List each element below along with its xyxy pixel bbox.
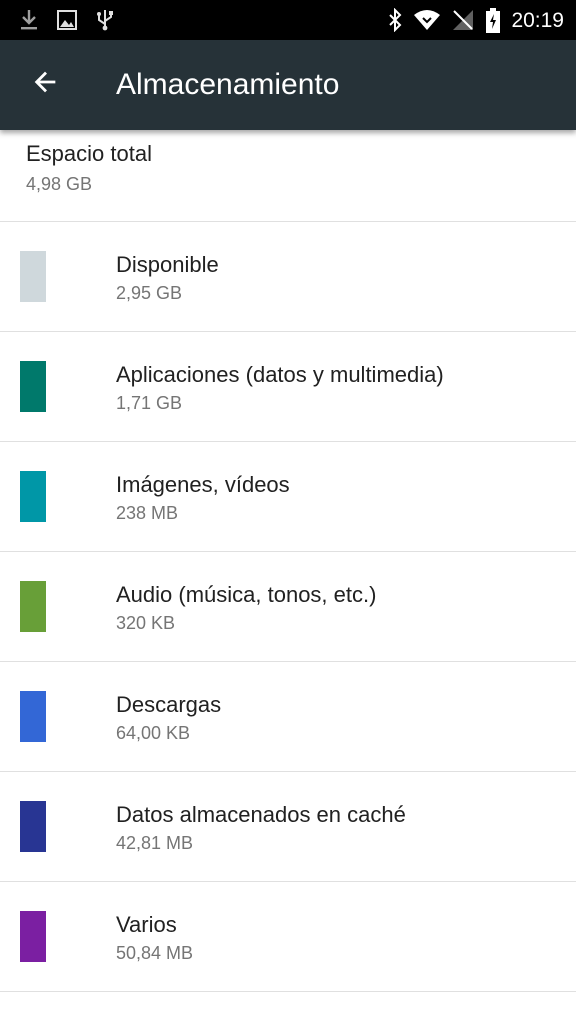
storage-item-aplicaciones[interactable]: Aplicaciones (datos y multimedia) 1,71 G… [0, 332, 576, 442]
storage-list: Espacio total 4,98 GB Disponible 2,95 GB… [0, 130, 576, 992]
color-swatch [20, 251, 46, 302]
no-signal-icon [451, 8, 475, 32]
arrow-left-icon [32, 68, 60, 101]
status-bar: 20:19 [0, 0, 576, 40]
storage-item-size: 42,81 MB [116, 833, 194, 853]
color-swatch [20, 471, 46, 522]
storage-item-size: 50,84 MB [116, 943, 194, 963]
storage-item-imagenes[interactable]: Imágenes, vídeos 238 MB [0, 442, 576, 552]
color-swatch [20, 361, 46, 412]
storage-item-size: 320 KB [116, 613, 176, 633]
storage-item-size: 1,71 GB [116, 393, 183, 413]
bluetooth-icon [383, 7, 407, 33]
color-swatch [20, 801, 46, 852]
storage-item-size: 64,00 KB [116, 723, 191, 743]
color-swatch [20, 691, 46, 742]
storage-item-size: 2,95 GB [116, 283, 183, 303]
storage-item-label: Aplicaciones (datos y multimedia) [116, 362, 444, 387]
image-icon [55, 8, 79, 32]
app-bar: Almacenamiento [0, 40, 576, 130]
storage-item-size: 238 MB [116, 503, 179, 523]
storage-item-label: Datos almacenados en caché [116, 802, 406, 827]
storage-item-disponible: Disponible 2,95 GB [0, 222, 576, 332]
download-icon [17, 8, 41, 32]
battery-charging-icon [483, 8, 503, 33]
color-swatch [20, 581, 46, 632]
storage-item-label: Varios [116, 912, 177, 937]
storage-item-label: Audio (música, tonos, etc.) [116, 582, 377, 607]
clock: 20:19 [511, 9, 564, 32]
page-title: Almacenamiento [116, 68, 340, 101]
storage-item-label: Descargas [116, 692, 222, 717]
wifi-icon [413, 8, 441, 32]
back-button[interactable] [24, 62, 68, 106]
storage-item-descargas[interactable]: Descargas 64,00 KB [0, 662, 576, 772]
color-swatch [20, 911, 46, 962]
storage-item-audio[interactable]: Audio (música, tonos, etc.) 320 KB [0, 552, 576, 662]
storage-item-label: Disponible [116, 252, 219, 277]
usb-icon [93, 8, 117, 32]
total-space-item: Espacio total 4,98 GB [0, 130, 576, 222]
total-space-value: 4,98 GB [26, 174, 93, 194]
storage-item-label: Imágenes, vídeos [116, 472, 290, 497]
total-space-label: Espacio total [26, 141, 152, 166]
storage-item-varios[interactable]: Varios 50,84 MB [0, 882, 576, 992]
storage-item-cache[interactable]: Datos almacenados en caché 42,81 MB [0, 772, 576, 882]
